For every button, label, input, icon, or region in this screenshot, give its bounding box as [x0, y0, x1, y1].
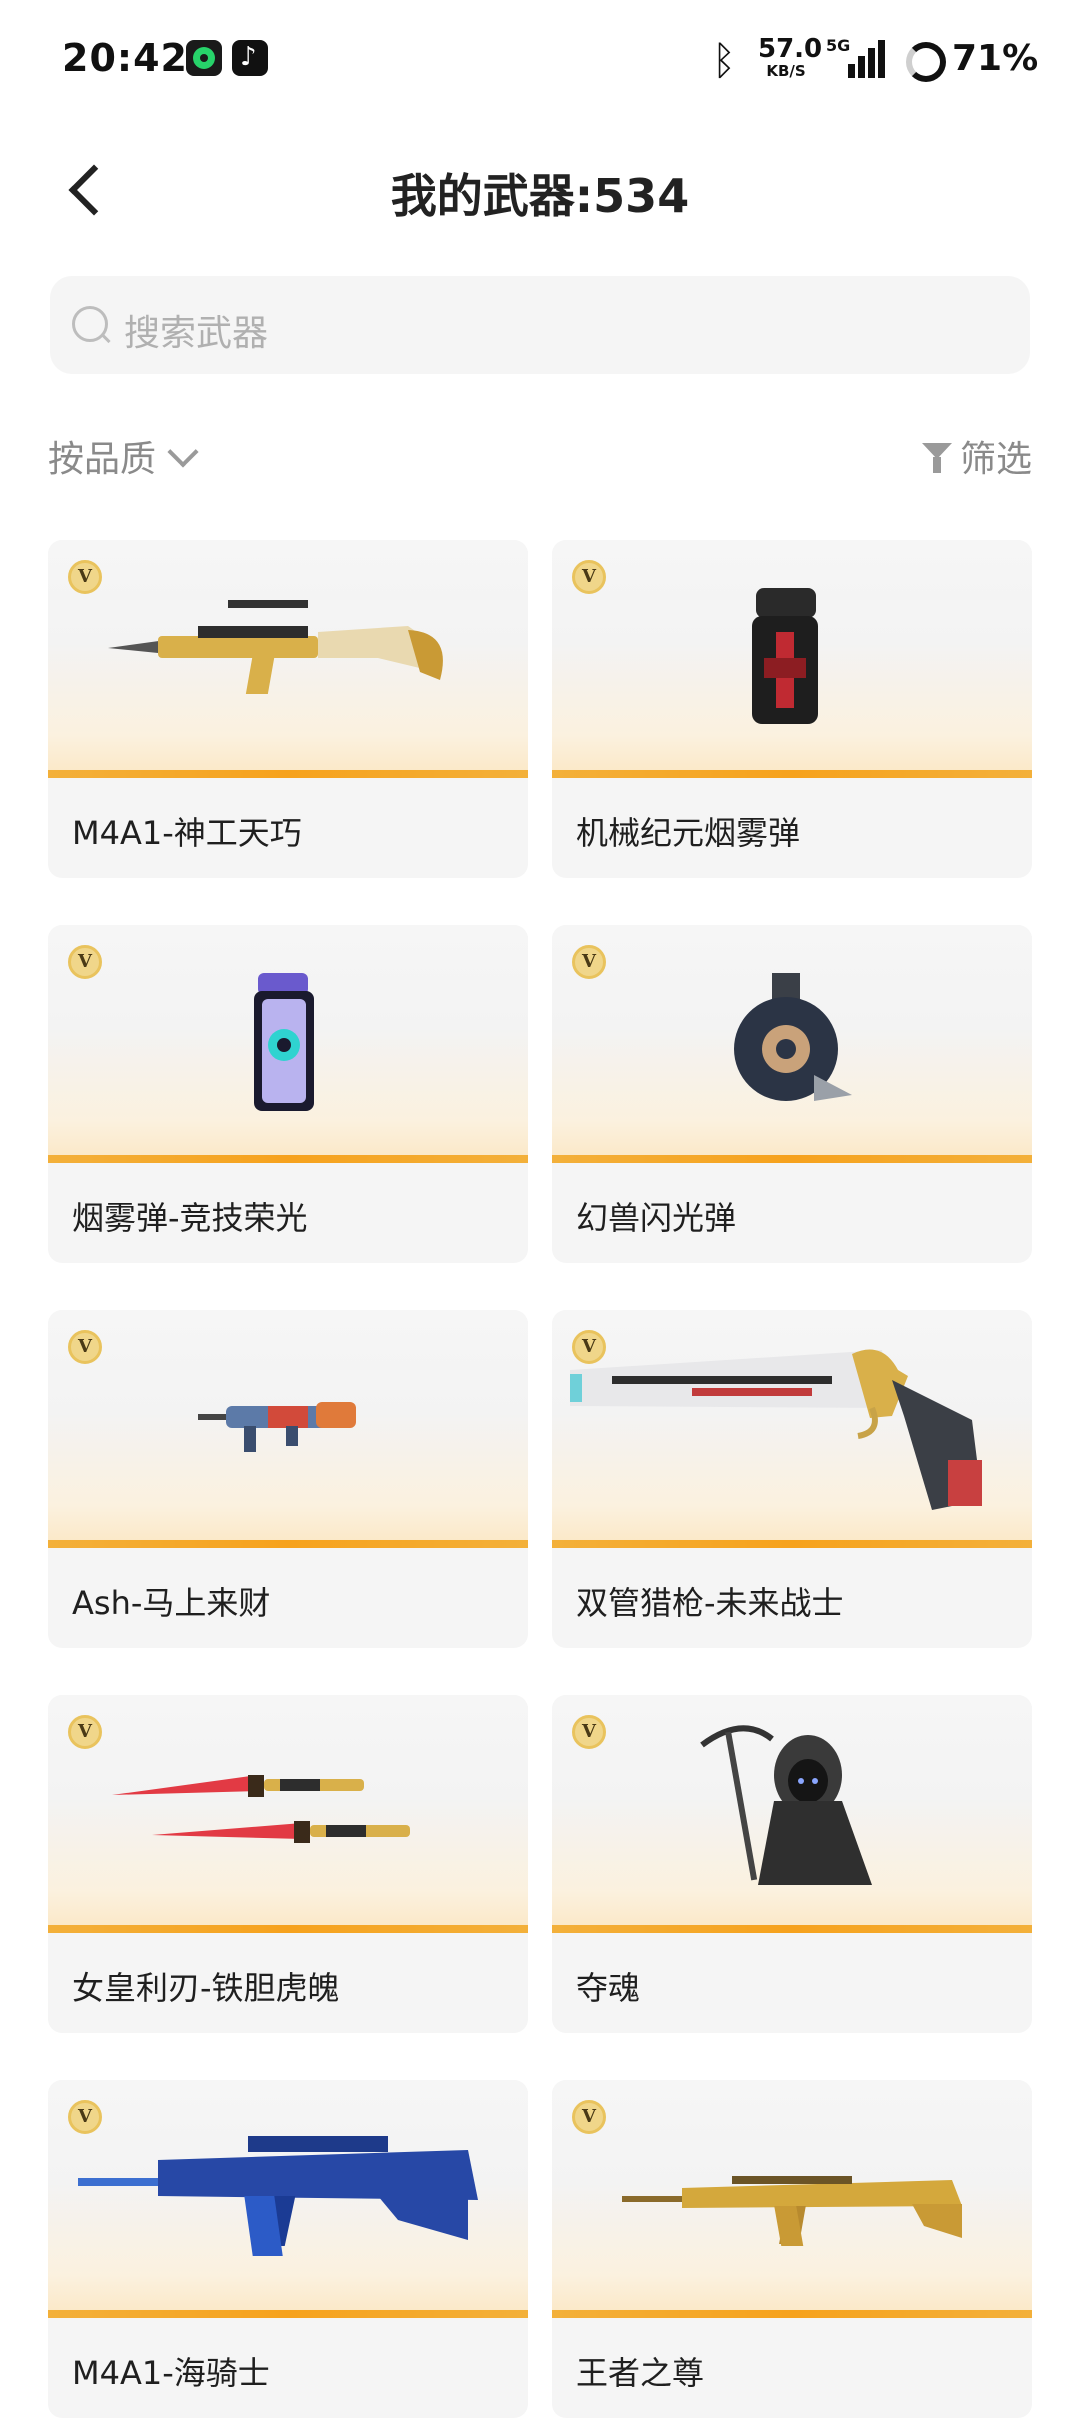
weapon-name: 女皇利刃-铁胆虎魄 — [72, 1969, 340, 2007]
page-title: 我的武器:534 — [390, 169, 690, 223]
sort-by-quality-dropdown[interactable]: 按品质 — [48, 430, 199, 482]
app-icon — [186, 40, 222, 76]
search-placeholder: 搜索武器 — [124, 313, 269, 354]
weapon-name: 机械纪元烟雾弹 — [576, 814, 801, 852]
quality-badge-icon: V — [572, 2100, 606, 2134]
chevron-down-icon — [167, 436, 199, 468]
quality-badge-icon: V — [68, 1715, 102, 1749]
weapon-name: 王者之尊 — [576, 2354, 705, 2392]
tiktok-icon: ♪ — [232, 40, 268, 76]
clock: 20:42 — [62, 36, 188, 80]
filter-label: 筛选 — [959, 439, 1032, 480]
weapon-name: M4A1-神工天巧 — [72, 814, 302, 852]
battery-icon — [906, 42, 946, 82]
weapon-card[interactable]: V 王者之尊 — [552, 2080, 1032, 2418]
weapon-card[interactable]: V 双管猎枪-未来战士 — [552, 1310, 1032, 1648]
weapon-name: 幻兽闪光弹 — [576, 1199, 737, 1237]
weapon-name: M4A1-海骑士 — [72, 2354, 270, 2392]
dual-blades-image — [112, 1775, 410, 1843]
search-icon — [72, 306, 108, 342]
smoke-grenade-purple-image — [254, 973, 314, 1111]
weapon-card[interactable]: V M4A1-神工天巧 — [48, 540, 528, 878]
quality-badge-icon: V — [572, 1715, 606, 1749]
flashbang-image — [734, 973, 852, 1101]
smoke-grenade-image — [752, 588, 818, 724]
weapon-card[interactable]: V Ash-马上来财 — [48, 1310, 528, 1648]
weapon-name: Ash-马上来财 — [72, 1584, 271, 1622]
weapon-card[interactable]: V 女皇利刃-铁胆虎魄 — [48, 1695, 528, 2033]
filter-icon — [921, 443, 952, 475]
weapon-card[interactable]: V 夺魂 — [552, 1695, 1032, 2033]
search-input[interactable]: 搜索武器 — [50, 276, 1030, 374]
weapon-name: 烟雾弹-竞技荣光 — [72, 1199, 308, 1237]
rifle-gold-image — [108, 600, 443, 694]
signal-icon: 5G — [826, 36, 890, 78]
quality-badge-icon: V — [572, 560, 606, 594]
weapon-name: 夺魂 — [576, 1969, 641, 2007]
rifle-gold-ornate-image — [622, 2176, 962, 2246]
quality-badge-icon: V — [572, 1330, 606, 1364]
quality-badge-icon: V — [68, 1330, 102, 1364]
weapon-name: 双管猎枪-未来战士 — [576, 1584, 844, 1622]
quality-badge-icon: V — [68, 945, 102, 979]
reaper-figure-image — [700, 1725, 872, 1885]
bluetooth-icon: ᛒ — [712, 38, 736, 84]
network-speed: 57.0 KB/S — [758, 34, 823, 80]
weapon-card[interactable]: V M4A1-海骑士 — [48, 2080, 528, 2418]
rifle-blue-image — [78, 2136, 478, 2256]
quality-badge-icon: V — [68, 2100, 102, 2134]
battery-level: 71% — [952, 38, 1039, 79]
smg-colorful-image — [198, 1402, 356, 1452]
status-bar: 20:42 ♪ ᛒ 57.0 KB/S 5G 71% — [0, 0, 1080, 120]
weapon-card[interactable]: V 烟雾弹-竞技荣光 — [48, 925, 528, 1263]
sort-label: 按品质 — [48, 439, 157, 480]
quality-badge-icon: V — [572, 945, 606, 979]
filter-button[interactable]: 筛选 — [921, 430, 1032, 482]
quality-badge-icon: V — [68, 560, 102, 594]
double-barrel-shotgun-image — [570, 1349, 982, 1510]
weapon-card[interactable]: V 幻兽闪光弹 — [552, 925, 1032, 1263]
weapon-card[interactable]: V 机械纪元烟雾弹 — [552, 540, 1032, 878]
